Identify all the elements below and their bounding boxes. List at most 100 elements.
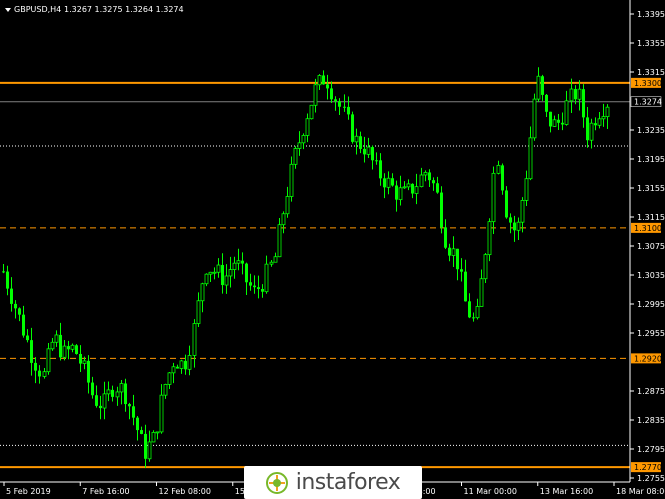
candle-body-bear (67, 346, 70, 350)
price-tick-label: 1.3395 (637, 10, 665, 19)
candle-body-bull (536, 75, 541, 100)
candle-body-bear (574, 89, 577, 100)
candle-body-bear (2, 271, 5, 273)
price-chart[interactable]: 1.3395 1.3355 1.3315 1.3235 1.3195 1.3155 1.31… (0, 0, 665, 499)
price-tick-label: 1.2995 (637, 300, 665, 309)
candle-body-bear (501, 165, 504, 191)
candle-body-bull (483, 254, 488, 280)
candle-body-bull (552, 119, 557, 127)
candle-body-bear (432, 180, 435, 184)
candle-body-bull (601, 116, 606, 120)
candle-body-bear (541, 76, 544, 95)
candle-body-bear (124, 383, 127, 405)
candle-body-bear (545, 94, 548, 112)
candle-body-bear (184, 360, 187, 370)
candle-body-bear (132, 406, 135, 418)
candle-body-bear (472, 317, 475, 319)
candle-body-bull (516, 221, 521, 231)
candle-body-bull (179, 360, 184, 369)
candle-body-bear (505, 190, 508, 218)
candle-body-bull (102, 393, 107, 409)
chart-background (0, 0, 665, 499)
candle-body-bull (305, 118, 310, 136)
candle-body-bull (273, 256, 278, 263)
chart-symbol: GBPUSD,H4 (14, 5, 61, 14)
candle-body-bear (460, 269, 463, 272)
candle-body-bull (423, 172, 428, 176)
candle-body-bear (343, 106, 346, 108)
candle-body-bull (309, 104, 314, 120)
candle-body-bear (464, 271, 467, 302)
candle-body-bear (456, 248, 459, 270)
candle-body-bear (111, 389, 114, 397)
price-tick-label: 1.3355 (637, 39, 665, 48)
candle-body-bear (38, 370, 41, 377)
candle-body-bear (594, 123, 597, 126)
candle-body-bear (440, 192, 443, 228)
candle-body-bear (468, 301, 471, 318)
time-tick-label: 7 Feb 16:00 (82, 487, 129, 496)
price-tick-label: 1.3195 (637, 155, 665, 164)
candle-body-bull (163, 383, 168, 396)
candle-body-bull (119, 383, 124, 393)
candle-body-bear (261, 288, 264, 292)
time-tick-label: 12 Feb 08:00 (159, 487, 211, 496)
candle-body-bull (228, 269, 233, 277)
level-price-label: 1.2920 (634, 354, 662, 363)
candle-body-bear (330, 88, 333, 100)
candle-body-bull (487, 221, 492, 256)
candle-body-bull (196, 300, 201, 324)
candle-body-bull (82, 360, 87, 364)
candle-body-bear (257, 287, 260, 289)
candle-body-bull (281, 213, 286, 226)
price-tick-label: 1.3315 (637, 68, 665, 77)
candle-body-bear (95, 395, 98, 406)
price-tick-label: 1.3235 (637, 126, 665, 135)
candle-body-bull (62, 345, 67, 358)
candle-body-bear (10, 288, 13, 304)
candle-body-bull (402, 186, 407, 189)
level-price-label: 1.2770 (634, 463, 662, 472)
candle-body-bear (379, 160, 382, 179)
price-tick-label: 1.3035 (637, 271, 665, 280)
candle-body-bear (79, 353, 82, 364)
candle-body-bull (520, 200, 525, 223)
candle-body-bull (597, 118, 602, 126)
candle-body-bear (363, 148, 366, 155)
candle-body-bear (18, 308, 21, 315)
candle-body-bear (582, 89, 585, 118)
candle-body-bear (383, 178, 386, 188)
candle-body-bull (277, 224, 282, 258)
candle-body-bull (236, 260, 241, 264)
candle-body-bull (564, 100, 569, 125)
candle-body-bear (359, 136, 362, 149)
candle-body-bull (187, 355, 192, 370)
candle-body-bear (326, 84, 329, 89)
price-tick-label: 1.2955 (637, 329, 665, 338)
candle-body-bull (491, 172, 496, 223)
candle-body-bull (167, 372, 172, 385)
candle-body-bull (46, 348, 51, 373)
candle-body-bear (448, 247, 451, 256)
candle-body-bull (475, 306, 480, 319)
candle-body-bear (99, 405, 102, 409)
price-tick-label: 1.2875 (637, 387, 665, 396)
candle-body-bear (176, 366, 179, 369)
candle-body-bear (351, 114, 354, 142)
candle-body-bull (269, 261, 274, 265)
candle-body-bull (605, 106, 610, 118)
current-price-label: 1.3274 (634, 98, 662, 107)
candle-body-bull (479, 278, 484, 307)
watermark: instaforex (244, 466, 422, 499)
candle-body-bull (532, 98, 537, 139)
candle-body-bear (557, 119, 560, 123)
candle-body-bull (200, 283, 205, 302)
candle-body-bear (91, 382, 94, 396)
candle-body-bear (428, 172, 431, 181)
candle-body-bear (391, 178, 394, 186)
candle-body-bear (75, 345, 78, 354)
level-price-label: 1.3100 (634, 224, 662, 233)
candle-body-bear (509, 217, 512, 223)
candle-body-bull (264, 263, 269, 293)
instaforex-logo-icon (265, 471, 288, 494)
